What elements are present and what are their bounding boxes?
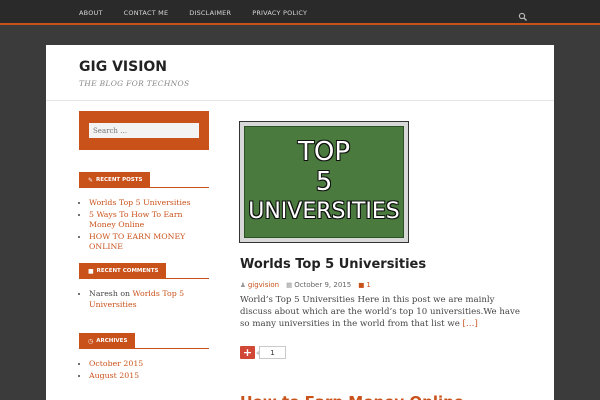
recent-posts-title: RECENT POSTS bbox=[96, 177, 143, 183]
content-card: GIG VISION THE BLOG FOR TECHNOS ✎ RECENT… bbox=[46, 45, 554, 400]
post-excerpt: World’s Top 5 Universities Here in this … bbox=[240, 295, 522, 330]
google-plus-button[interactable]: + bbox=[240, 346, 255, 359]
list-item: October 2015 bbox=[89, 359, 209, 370]
site-description: THE BLOG FOR TECHNOS bbox=[79, 79, 190, 88]
sidebar-search-widget bbox=[79, 111, 209, 150]
widget-title-tab: ✎ RECENT POSTS bbox=[79, 172, 151, 188]
comment-author: Naresh bbox=[89, 289, 118, 298]
share-widget: + 1 bbox=[240, 346, 286, 359]
next-post-title[interactable]: How to Earn Money Online bbox=[240, 391, 540, 400]
list-item: HOW TO EARN MONEY ONLINE bbox=[89, 232, 209, 253]
list-item: 5 Ways To How To Earn Money Online bbox=[89, 210, 209, 231]
archives-list: October 2015 August 2015 bbox=[79, 359, 209, 381]
comment-icon: ■ bbox=[88, 267, 94, 275]
image-text-line: UNIVERSITIES bbox=[248, 199, 400, 224]
user-icon: ♟ bbox=[240, 281, 246, 289]
recent-posts-list: Worlds Top 5 Universities 5 Ways To How … bbox=[79, 198, 209, 253]
search-input[interactable] bbox=[89, 123, 199, 138]
main-menu: ABOUT CONTACT ME DISCLAIMER PRIVACY POLI… bbox=[79, 0, 328, 25]
recent-comments-widget: ■ RECENT COMMENTS Naresh on Worlds Top 5… bbox=[79, 263, 209, 311]
search-icon[interactable] bbox=[518, 7, 528, 21]
post-date: October 9, 2015 bbox=[294, 281, 352, 289]
archives-widget: ◷ ARCHIVES October 2015 August 2015 bbox=[79, 333, 209, 382]
post-title[interactable]: Worlds Top 5 Universities bbox=[240, 257, 426, 272]
archive-link[interactable]: August 2015 bbox=[89, 371, 139, 380]
widget-header: ■ RECENT COMMENTS bbox=[79, 263, 209, 279]
recent-posts-widget: ✎ RECENT POSTS Worlds Top 5 Universities… bbox=[79, 172, 209, 254]
image-text-line: TOP bbox=[297, 137, 351, 167]
recent-post-link[interactable]: Worlds Top 5 Universities bbox=[89, 198, 191, 207]
nav-privacy-policy-link[interactable]: PRIVACY POLICY bbox=[252, 9, 307, 17]
share-count: 1 bbox=[256, 346, 286, 359]
clock-icon: ◷ bbox=[88, 337, 94, 345]
recent-comments-list: Naresh on Worlds Top 5 Universities bbox=[79, 289, 209, 310]
recent-post-link[interactable]: HOW TO EARN MONEY ONLINE bbox=[89, 232, 185, 252]
site-header: GIG VISION THE BLOG FOR TECHNOS bbox=[46, 45, 554, 101]
excerpt-text: World’s Top 5 Universities Here in this … bbox=[240, 295, 520, 329]
calendar-icon: ▦ bbox=[286, 281, 293, 289]
nav-about-link[interactable]: ABOUT bbox=[79, 9, 103, 17]
widget-header: ✎ RECENT POSTS bbox=[79, 172, 209, 188]
chalkboard-image: TOP 5 UNIVERSITIES bbox=[244, 126, 404, 238]
list-item: Worlds Top 5 Universities bbox=[89, 198, 209, 209]
post-meta: ♟ gigvision ▦ October 9, 2015 ■ 1 bbox=[240, 281, 378, 289]
nav-contact-link[interactable]: CONTACT ME bbox=[124, 9, 169, 17]
post-featured-image[interactable]: TOP 5 UNIVERSITIES bbox=[240, 122, 408, 242]
comment-on-text: on bbox=[120, 289, 131, 298]
archives-title: ARCHIVES bbox=[96, 338, 128, 344]
list-item: August 2015 bbox=[89, 371, 209, 382]
widget-header: ◷ ARCHIVES bbox=[79, 333, 209, 349]
nav-disclaimer-link[interactable]: DISCLAIMER bbox=[189, 9, 231, 17]
comment-icon: ■ bbox=[358, 281, 365, 289]
top-navigation-bar: ABOUT CONTACT ME DISCLAIMER PRIVACY POLI… bbox=[0, 0, 600, 25]
site-title[interactable]: GIG VISION bbox=[79, 59, 167, 75]
list-item: Naresh on Worlds Top 5 Universities bbox=[89, 289, 209, 310]
pencil-icon: ✎ bbox=[88, 176, 94, 184]
comment-count-link[interactable]: 1 bbox=[366, 281, 370, 289]
recent-comments-title: RECENT COMMENTS bbox=[96, 268, 159, 274]
recent-post-link[interactable]: 5 Ways To How To Earn Money Online bbox=[89, 210, 183, 230]
image-text-line: 5 bbox=[315, 167, 333, 197]
post-author-link[interactable]: gigvision bbox=[248, 281, 279, 289]
read-more-link[interactable]: […] bbox=[463, 319, 478, 329]
widget-title-tab: ◷ ARCHIVES bbox=[79, 333, 136, 349]
archive-link[interactable]: October 2015 bbox=[89, 359, 143, 368]
widget-title-tab: ■ RECENT COMMENTS bbox=[79, 263, 167, 279]
